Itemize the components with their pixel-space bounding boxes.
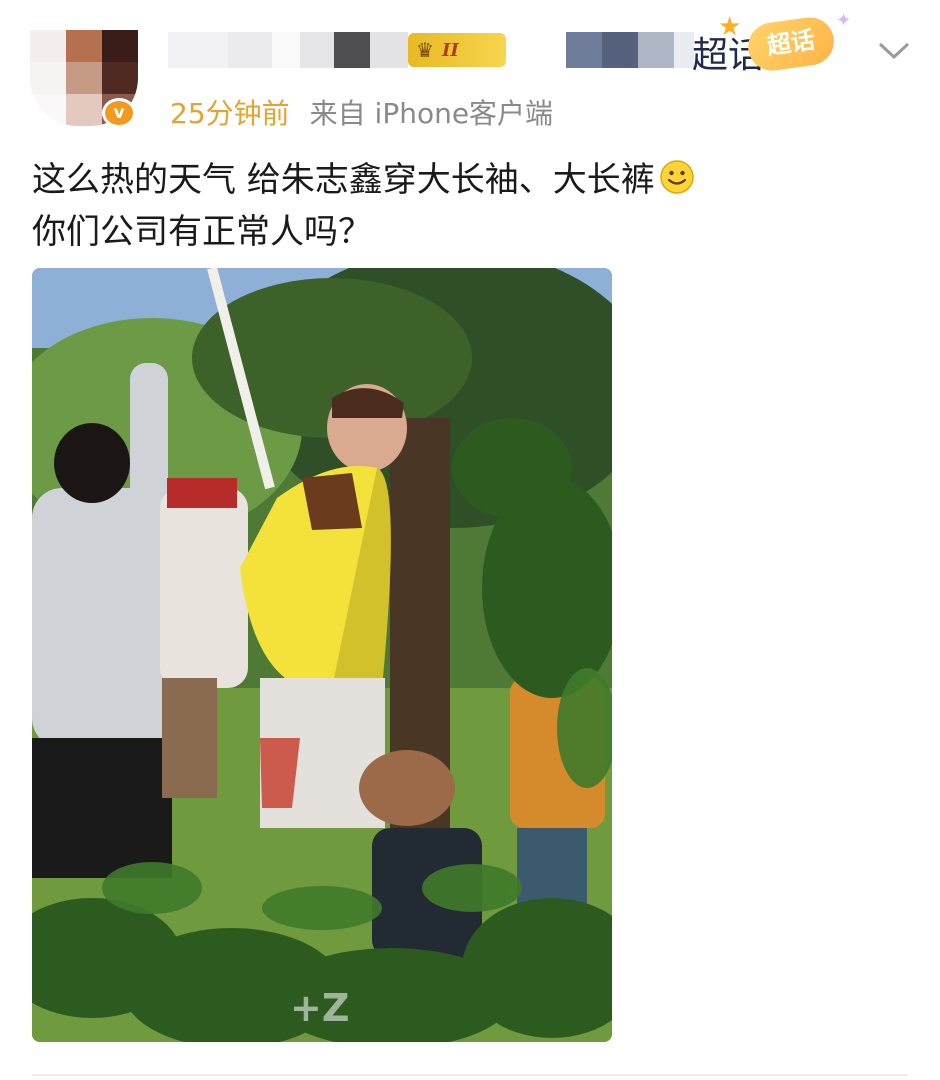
post-image-scene	[32, 268, 612, 1042]
username-mosaic[interactable]	[168, 32, 408, 68]
post-text-line-1-text: 这么热的天气 给朱志鑫穿大长袖、大长裤	[32, 160, 655, 200]
divider	[32, 1074, 908, 1076]
supertopic-badge[interactable]: 超话	[745, 14, 837, 74]
crown-icon: ♛	[416, 38, 434, 62]
weibo-post: v ♛ II 超话 ★ 超话 ✦ 25分钟前 来自 iPhone客户端 这么热的天…	[0, 0, 940, 1080]
sparkle-icon: ✦	[836, 10, 852, 31]
username-mosaic-2[interactable]	[566, 32, 694, 68]
verified-icon: v	[102, 98, 136, 128]
image-watermark: +Z	[290, 986, 350, 1030]
star-icon: ★	[718, 12, 742, 42]
chevron-down-icon[interactable]	[876, 38, 912, 62]
fan-rank-badge: ♛ II	[408, 33, 506, 67]
post-meta: 25分钟前 来自 iPhone客户端	[170, 92, 553, 132]
post-source: 来自 iPhone客户端	[309, 97, 554, 130]
post-text-line-1: 这么热的天气 给朱志鑫穿大长袖、大长裤	[32, 154, 902, 206]
smile-icon	[660, 160, 694, 194]
rank-level: II	[441, 39, 459, 61]
post-image[interactable]: +Z	[32, 268, 612, 1042]
post-text-line-2: 你们公司有正常人吗？	[32, 212, 372, 252]
post-time[interactable]: 25分钟前	[170, 97, 290, 130]
post-text: 这么热的天气 给朱志鑫穿大长袖、大长裤 你们公司有正常人吗？	[32, 154, 902, 258]
